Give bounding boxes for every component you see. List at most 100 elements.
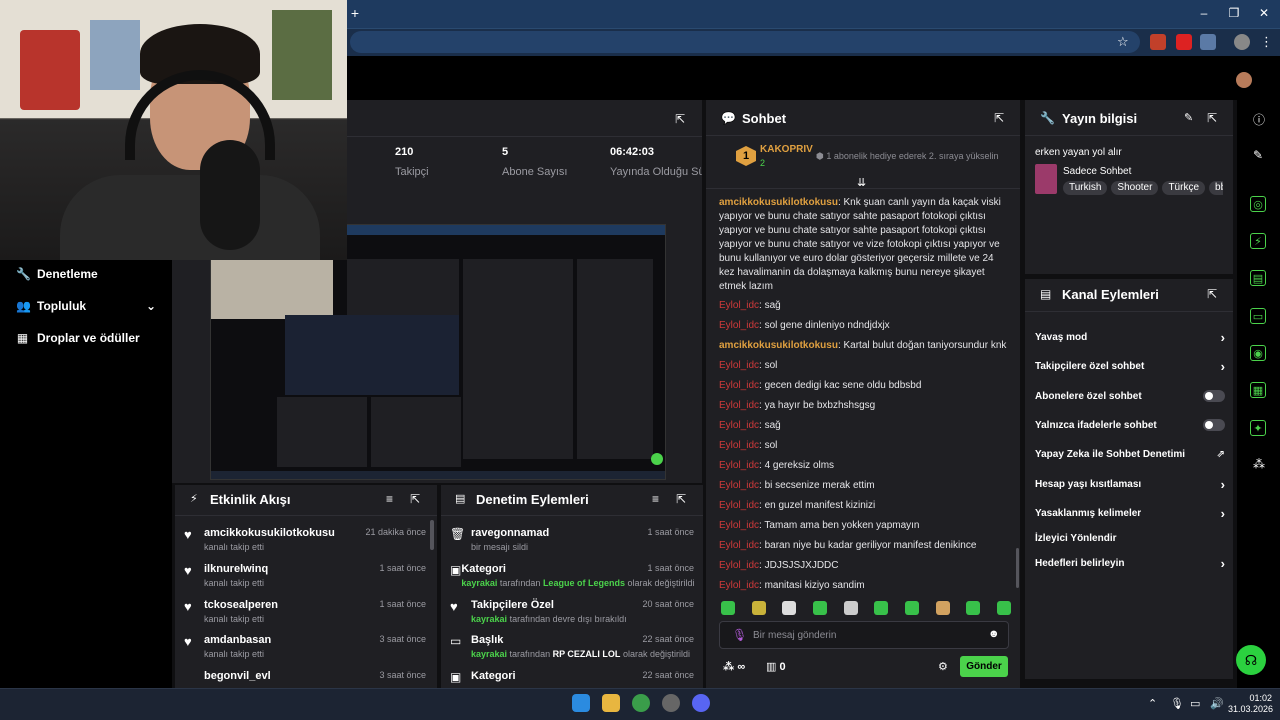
file-explorer-icon[interactable] xyxy=(602,694,620,712)
expand-icon[interactable]: ⇱ xyxy=(994,111,1004,125)
nav-item-topluluk[interactable]: 👥 Topluluk ⌄ xyxy=(0,294,172,318)
tag[interactable]: Shooter xyxy=(1111,181,1159,195)
chat-username[interactable]: amcikkokusukilotkokusu xyxy=(719,197,838,208)
expand-icon[interactable]: ⇱ xyxy=(1207,111,1217,125)
tray-chevron-icon[interactable]: ⌃ xyxy=(1148,697,1157,710)
browser-menu-icon[interactable]: ⋮ xyxy=(1260,34,1273,50)
emote-icon[interactable] xyxy=(721,601,735,615)
pinned-user[interactable]: KAKOPRIV xyxy=(760,144,813,155)
wrench-icon[interactable]: ✦ xyxy=(1250,420,1266,436)
broadcast-icon[interactable]: ◉ xyxy=(1250,345,1266,361)
expand-icon[interactable]: ⇱ xyxy=(410,492,420,506)
gift-display[interactable]: ▥ 0 xyxy=(766,660,786,673)
chat-username[interactable]: Eylol_idc xyxy=(719,440,759,451)
bookmark-star-icon[interactable]: ☆ xyxy=(1117,34,1129,50)
activity-row[interactable]: ♥ amcikkokusukilotkokusu kanalı takip ett… xyxy=(184,527,426,562)
chat-scrollbar[interactable] xyxy=(1016,548,1019,588)
url-field[interactable] xyxy=(350,31,1140,53)
chat-username[interactable]: Eylol_idc xyxy=(719,360,759,371)
microphone-tray-icon[interactable]: 🎙 xyxy=(1170,697,1184,710)
channel-action-ai-moderation[interactable]: Yapay Zeka ile Sohbet Denetimi ⇗ xyxy=(1035,444,1225,464)
moderation-row[interactable]: ♥ Takipçilere Özel kayrakai tarafından de… xyxy=(450,599,694,634)
volume-icon[interactable]: 🔊 xyxy=(1210,697,1224,710)
stream-category[interactable]: Sadece Sohbet xyxy=(1063,166,1131,177)
channel-action-banned-words[interactable]: Yasaklanmış kelimeler › xyxy=(1035,503,1225,523)
tag[interactable]: Turkish xyxy=(1063,181,1108,195)
activity-row[interactable]: ♥ tckosealperen kanalı takip etti 1 saat … xyxy=(184,599,426,634)
activity-row[interactable]: ♥ ilknurelwinq kanalı takip etti 1 saat ö… xyxy=(184,563,426,598)
chat-username[interactable]: Eylol_idc xyxy=(719,540,759,551)
document-icon[interactable]: ▤ xyxy=(1250,270,1266,286)
emoji-icon[interactable]: ☻ xyxy=(988,628,1000,640)
community-icon[interactable]: ⁂ xyxy=(1253,457,1265,471)
chat-username[interactable]: amcikkokusukilotkokusu xyxy=(719,340,838,351)
emote-icon[interactable] xyxy=(751,601,766,615)
actions-icon[interactable]: ▦ xyxy=(1250,382,1266,398)
discord-icon[interactable] xyxy=(692,694,710,712)
edit-pencil-icon[interactable]: ✎ xyxy=(1184,111,1193,124)
tag[interactable]: Türkçe xyxy=(1162,181,1206,195)
chat-username[interactable]: Eylol_idc xyxy=(719,420,759,431)
channel-action-set-goals[interactable]: Hedefleri belirleyin › xyxy=(1035,553,1225,573)
send-button[interactable]: Gönder xyxy=(960,656,1008,677)
chat-username[interactable]: Eylol_idc xyxy=(719,500,759,511)
extension-icon-2[interactable] xyxy=(1176,34,1192,50)
toggle-switch[interactable] xyxy=(1203,419,1225,431)
pencil-icon[interactable]: ✎ xyxy=(1253,148,1263,162)
toggle-switch[interactable] xyxy=(1203,390,1225,402)
moderation-row[interactable]: 🗑 ravegonnamad bir mesajı sildi 1 saat ön… xyxy=(450,527,694,562)
new-tab-button[interactable]: + xyxy=(348,6,362,20)
microphone-icon[interactable]: 🎙 xyxy=(732,628,747,642)
minimize-icon[interactable]: – xyxy=(1196,6,1212,20)
filter-icon[interactable]: ≡ xyxy=(386,492,393,506)
emote-icon[interactable] xyxy=(812,601,827,615)
chat-username[interactable]: Eylol_idc xyxy=(719,300,759,311)
chat-username[interactable]: Eylol_idc xyxy=(719,460,759,471)
user-avatar[interactable] xyxy=(1236,72,1252,88)
chat-username[interactable]: Eylol_idc xyxy=(719,380,759,391)
chat-icon[interactable]: ▭ xyxy=(1250,308,1266,324)
activity-row[interactable]: begonvil_evl 3 saat önce xyxy=(184,670,426,686)
channel-action-slow-mode[interactable]: Yavaş mod › xyxy=(1035,327,1225,347)
nav-item-denetleme[interactable]: 🔧 Denetleme xyxy=(0,262,172,286)
extension-icon-1[interactable] xyxy=(1150,34,1166,50)
moderation-row[interactable]: ▭ Başlık kayrakai tarafından RP CEZALI LO… xyxy=(450,634,694,669)
chat-username[interactable]: Eylol_idc xyxy=(719,560,759,571)
chat-username[interactable]: Eylol_idc xyxy=(719,580,759,591)
channel-action-account-age[interactable]: Hesap yaşı kısıtlaması › xyxy=(1035,474,1225,494)
emote-icon[interactable] xyxy=(966,601,981,615)
target-icon[interactable]: ◎ xyxy=(1250,196,1266,212)
restore-icon[interactable]: ❐ xyxy=(1226,6,1242,20)
emote-icon[interactable] xyxy=(904,601,919,615)
channel-action-subscribers-only[interactable]: Abonelere özel sohbet xyxy=(1035,386,1225,406)
emote-icon[interactable] xyxy=(874,601,889,615)
settings-gear-icon[interactable]: ⚙ xyxy=(938,660,948,673)
extensions-puzzle-icon[interactable] xyxy=(1200,34,1216,50)
activity-row[interactable]: ♥ amdanbasan kanalı takip etti 3 saat önc… xyxy=(184,634,426,669)
moderation-row[interactable]: ▣ Kategori kayrakai tarafından League of … xyxy=(450,563,695,598)
channel-action-emotes-only[interactable]: Yalnızca ifadelerle sohbet xyxy=(1035,415,1225,435)
lightning-icon[interactable]: ⚡ xyxy=(1250,233,1266,249)
network-icon[interactable]: ▭ xyxy=(1190,697,1200,710)
chrome-icon[interactable] xyxy=(632,694,650,712)
moderation-row[interactable]: ▣ Kategori 22 saat önce xyxy=(450,670,694,686)
clock[interactable]: 01:02 31.03.2026 xyxy=(1228,693,1273,715)
expand-icon[interactable]: ⇱ xyxy=(1207,287,1217,301)
channel-action-followers-only[interactable]: Takipçilere özel sohbet › xyxy=(1035,356,1225,376)
nav-item-droplar[interactable]: ▦ Droplar ve ödüller xyxy=(0,326,172,350)
emote-icon[interactable] xyxy=(935,601,950,615)
chat-username[interactable]: Eylol_idc xyxy=(719,400,759,411)
info-icon[interactable]: ⓘ xyxy=(1253,111,1265,128)
scrollbar[interactable] xyxy=(430,520,434,550)
chat-input[interactable]: 🎙 Bir mesaj gönderin ☻ xyxy=(719,621,1009,649)
profile-avatar-icon[interactable] xyxy=(1234,34,1250,50)
channel-action-redirect-viewers[interactable]: İzleyici Yönlendir xyxy=(1035,528,1225,548)
chat-username[interactable]: Eylol_idc xyxy=(719,520,759,531)
chat-username[interactable]: Eylol_idc xyxy=(719,320,759,331)
expand-icon[interactable]: ⇱ xyxy=(675,112,685,126)
expand-icon[interactable]: ⇱ xyxy=(676,492,686,506)
chat-username[interactable]: Eylol_idc xyxy=(719,480,759,491)
start-windows-icon[interactable] xyxy=(572,694,590,712)
filter-icon[interactable]: ≡ xyxy=(652,492,659,506)
emote-icon[interactable] xyxy=(782,601,797,615)
